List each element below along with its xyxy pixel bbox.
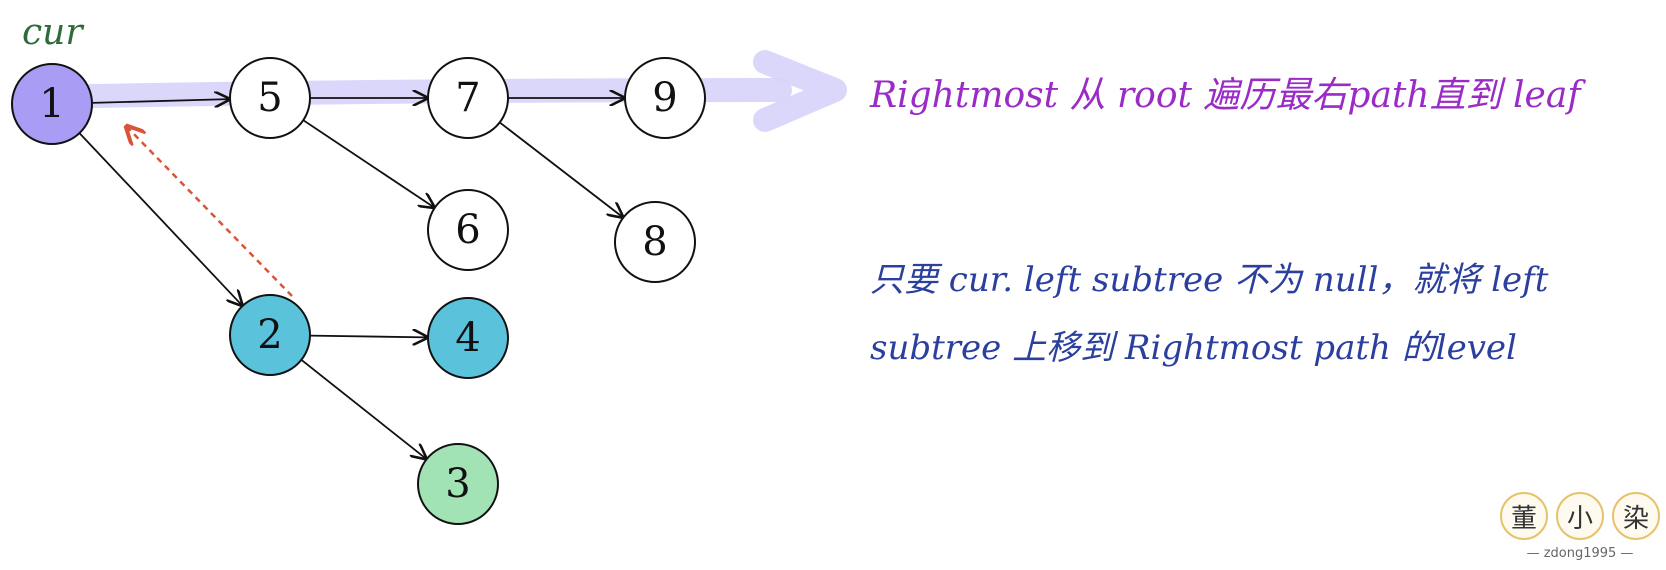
tree-node-6: 6 bbox=[427, 189, 509, 271]
rule-note-line-2: subtree 上移到 Rightmost path 的level bbox=[870, 328, 1517, 368]
tree-edges bbox=[78, 98, 624, 459]
node-label: 2 bbox=[257, 312, 282, 358]
node-label: 3 bbox=[445, 461, 470, 507]
edge-1-to-2 bbox=[78, 132, 241, 305]
tree-nodes: 1 5 7 9 6 8 2 4 3 bbox=[11, 57, 706, 525]
tree-node-7: 7 bbox=[427, 57, 509, 139]
author-watermark: 董 小 染 — zdong1995 — bbox=[1500, 492, 1660, 562]
edge-2-to-3 bbox=[300, 359, 426, 459]
seal-character: 小 bbox=[1556, 492, 1604, 540]
node-label: 9 bbox=[652, 75, 677, 121]
tree-node-3: 3 bbox=[417, 443, 499, 525]
tree-node-1: 1 bbox=[11, 63, 93, 145]
node-label: 4 bbox=[455, 315, 480, 361]
rightmost-path-note: Rightmost 从 root 遍历最右path直到 leaf bbox=[870, 75, 1581, 116]
node-label: 8 bbox=[642, 219, 667, 265]
seal-character: 董 bbox=[1500, 492, 1548, 540]
node-label: 7 bbox=[455, 75, 480, 121]
rule-note-line-1: 只要 cur. left subtree 不为 null，就将 left bbox=[870, 260, 1549, 300]
node-label: 1 bbox=[39, 81, 64, 127]
edge-5-to-6 bbox=[302, 119, 434, 207]
tree-node-4: 4 bbox=[427, 297, 509, 379]
cur-pointer-label: cur bbox=[22, 12, 84, 53]
edge-2-to-4 bbox=[309, 336, 427, 338]
tree-node-5: 5 bbox=[229, 57, 311, 139]
author-handle: — zdong1995 — bbox=[1526, 546, 1634, 561]
seal-character: 染 bbox=[1612, 492, 1660, 540]
edge-7-to-8 bbox=[499, 121, 623, 217]
tree-node-8: 8 bbox=[614, 201, 696, 283]
node-label: 5 bbox=[257, 75, 282, 121]
tree-node-9: 9 bbox=[624, 57, 706, 139]
tree-node-2: 2 bbox=[229, 294, 311, 376]
node-label: 6 bbox=[455, 207, 480, 253]
